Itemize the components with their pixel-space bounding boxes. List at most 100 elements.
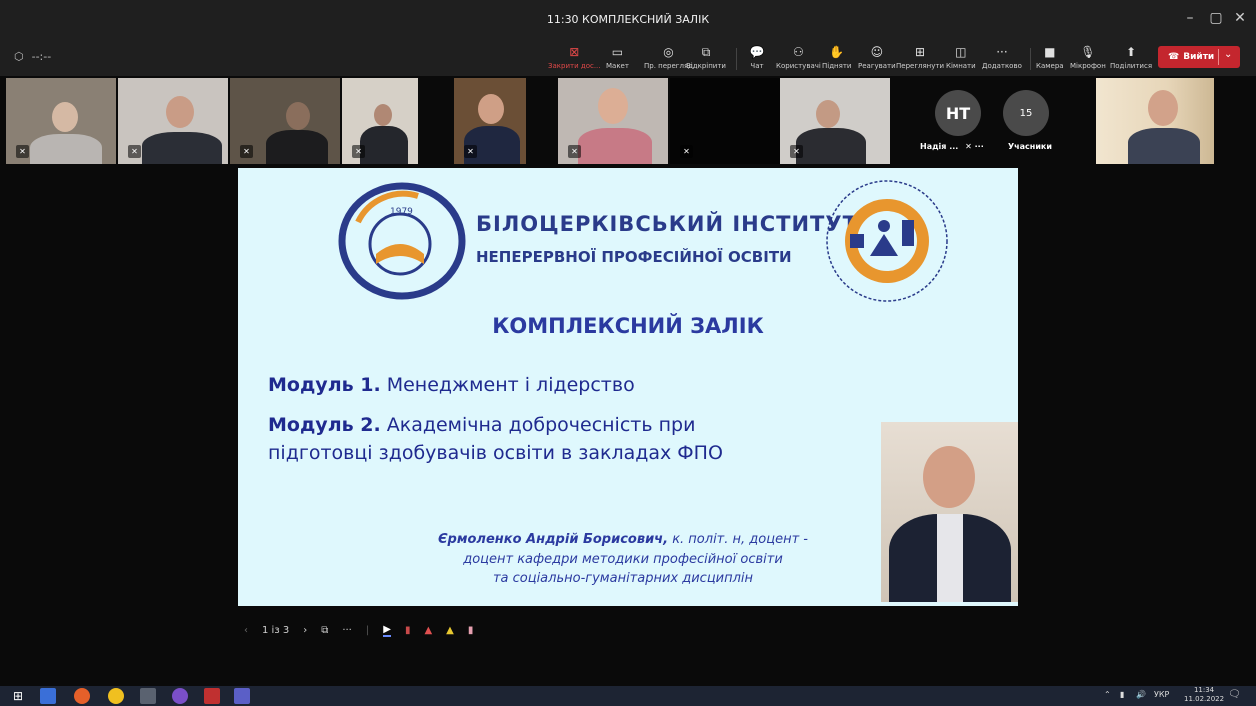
video-tile[interactable]: ✕ bbox=[670, 78, 780, 164]
mic-muted-icon: ✕ bbox=[352, 145, 365, 158]
svg-text:1979: 1979 bbox=[390, 207, 413, 217]
mic-muted-icon: ✕ bbox=[680, 145, 693, 158]
controls-divider: | bbox=[365, 624, 370, 636]
pointer-icon[interactable]: ▶ bbox=[383, 624, 391, 637]
view-button[interactable]: ⊞ Переглянути bbox=[896, 44, 944, 74]
calculator-icon[interactable] bbox=[140, 688, 156, 704]
shared-slide: 1979 БІЛОЦЕРКІВСЬКИЙ ІНСТИТУТ НЕПЕРЕРВНО… bbox=[238, 168, 1018, 606]
keyboard-language[interactable]: УКР bbox=[1154, 690, 1169, 699]
meeting-toolbar: ⬡ --:-- ⊠ Закрити дос... ▭ Макет ◎ Пр. п… bbox=[0, 40, 1256, 76]
chevron-down-icon[interactable]: ⌄ bbox=[1224, 49, 1232, 60]
unpin-button[interactable]: ⧉ Відкріпити bbox=[686, 44, 726, 74]
title-bar: 11:30 КОМПЛЕКСНИЙ ЗАЛІК – ▢ ✕ bbox=[0, 0, 1256, 40]
presenter-photo bbox=[881, 422, 1018, 602]
institute-name: БІЛОЦЕРКІВСЬКИЙ ІНСТИТУТ bbox=[476, 212, 858, 236]
chevron-right-icon[interactable]: › bbox=[303, 625, 307, 636]
author-name: Єрмоленко Андрій Борисович, к. політ. н,… bbox=[438, 532, 808, 547]
chat-icon: 💬 bbox=[749, 45, 765, 59]
participant-strip: ✕ ✕ ✕ ✕ ✕ ✕ ✕ ✕ НТ Надія ... ✕ ··· 15 Уч… bbox=[0, 76, 1256, 166]
toolbar-divider bbox=[736, 48, 737, 70]
more-button[interactable]: ··· Додатково bbox=[982, 44, 1022, 74]
video-tile[interactable]: ✕ bbox=[118, 78, 228, 164]
eye-icon: ◎ bbox=[663, 45, 674, 59]
marker-icon[interactable]: ▲ bbox=[424, 625, 432, 636]
phone-icon: ☎ bbox=[1168, 52, 1180, 62]
raise-hand-button[interactable]: ✋ Підняти bbox=[822, 44, 851, 74]
microphone-icon: 🎙 bbox=[1080, 45, 1096, 59]
maximize-icon[interactable]: ▢ bbox=[1206, 10, 1226, 26]
more-icon[interactable]: ··· bbox=[975, 142, 984, 151]
file-explorer-icon[interactable] bbox=[40, 688, 56, 704]
participant-name: Надія ... ✕ ··· bbox=[920, 142, 984, 151]
people-button[interactable]: ⚇ Користувачі bbox=[776, 44, 821, 74]
video-tile[interactable]: ✕ bbox=[558, 78, 668, 164]
mic-muted-icon: ✕ bbox=[568, 145, 581, 158]
slide-heading: КОМПЛЕКСНИЙ ЗАЛІК bbox=[492, 314, 764, 338]
more-icon: ··· bbox=[996, 45, 1008, 59]
window-title: 11:30 КОМПЛЕКСНИЙ ЗАЛІК bbox=[546, 13, 710, 26]
module-2-line2: підготовці здобувачів освіти в закладах … bbox=[268, 442, 723, 464]
view-icon: ⊞ bbox=[914, 45, 926, 59]
rooms-icon: ◫ bbox=[955, 45, 967, 59]
leave-divider bbox=[1218, 49, 1219, 65]
smile-icon: ☺ bbox=[870, 45, 884, 59]
mic-muted-icon: ✕ bbox=[240, 145, 253, 158]
clock[interactable]: 11:34 11.02.2022 bbox=[1184, 686, 1224, 704]
video-tile[interactable]: ✕ bbox=[454, 78, 526, 164]
chevron-left-icon[interactable]: ‹ bbox=[244, 625, 248, 636]
people-icon: ⚇ bbox=[793, 45, 804, 59]
network-icon[interactable]: ▮ bbox=[1120, 690, 1124, 699]
viber-icon[interactable] bbox=[172, 688, 188, 704]
chat-button[interactable]: 💬 Чат bbox=[748, 44, 766, 74]
mic-muted-icon: ✕ bbox=[16, 145, 29, 158]
firefox-icon[interactable] bbox=[74, 688, 90, 704]
slides-grid-icon[interactable]: ⧉ bbox=[321, 625, 328, 636]
close-icon[interactable]: ✕ bbox=[1230, 10, 1250, 26]
mic-muted-icon: ✕ bbox=[790, 145, 803, 158]
share-button[interactable]: ⬆ Поділитися bbox=[1110, 44, 1152, 74]
pen-icon[interactable]: ▮ bbox=[405, 625, 411, 636]
meeting-timer: ⬡ --:-- bbox=[14, 50, 52, 63]
institute-logo: 1979 bbox=[338, 182, 466, 300]
video-tile[interactable]: ✕ bbox=[230, 78, 340, 164]
react-button[interactable]: ☺ Реагувати bbox=[858, 44, 896, 74]
leave-button[interactable]: ☎ Вийти ⌄ bbox=[1158, 46, 1240, 68]
mic-muted-icon: ✕ bbox=[128, 145, 141, 158]
author-department: та соціально-гуманітарних дисциплін bbox=[492, 571, 754, 586]
chrome-icon[interactable] bbox=[108, 688, 124, 704]
presenter-view-button[interactable]: ◎ Пр. перегляд bbox=[624, 44, 693, 74]
module-1: Модуль 1. Менеджмент і лідерство bbox=[268, 374, 635, 396]
taskbar: ⊞ ⌃ ▮ 🔊 УКР 11:34 11.02.2022 🗨 bbox=[0, 686, 1256, 706]
camera-icon: ■ bbox=[1044, 45, 1056, 59]
teams-icon[interactable] bbox=[234, 688, 250, 704]
windows-start-icon[interactable]: ⊞ bbox=[10, 688, 26, 704]
author-position: доцент кафедри методики професійної осві… bbox=[463, 552, 783, 567]
video-tile[interactable]: ✕ bbox=[342, 78, 418, 164]
unpin-icon: ⧉ bbox=[701, 44, 711, 59]
shield-icon: ⬡ bbox=[14, 50, 24, 63]
pdf-app-icon[interactable] bbox=[204, 688, 220, 704]
highlighter-icon[interactable]: ▲ bbox=[446, 625, 454, 636]
slide-controls: ‹ 1 із 3 › ⧉ ··· | ▶ ▮ ▲ ▲ ▮ bbox=[244, 618, 487, 642]
eraser-icon[interactable]: ▮ bbox=[468, 625, 474, 636]
share-icon: ⬆ bbox=[1125, 45, 1137, 59]
minimize-icon[interactable]: – bbox=[1180, 10, 1200, 26]
notifications-icon[interactable]: 🗨 bbox=[1228, 689, 1241, 700]
camera-button[interactable]: ■ Камера bbox=[1036, 44, 1064, 74]
chevron-up-icon[interactable]: ⌃ bbox=[1104, 690, 1111, 699]
participant-count-label: Учасники bbox=[1008, 142, 1052, 151]
department-logo bbox=[826, 180, 948, 302]
avatar[interactable]: НТ bbox=[935, 90, 981, 136]
microphone-button[interactable]: 🎙 Мікрофон bbox=[1070, 44, 1106, 74]
toolbar-divider bbox=[1030, 48, 1031, 70]
participant-count[interactable]: 15 bbox=[1003, 90, 1049, 136]
stop-sharing-button[interactable]: ⊠ Закрити дос... bbox=[548, 44, 601, 74]
more-icon[interactable]: ··· bbox=[342, 625, 352, 636]
volume-icon[interactable]: 🔊 bbox=[1136, 690, 1146, 699]
video-tile[interactable]: ✕ bbox=[6, 78, 116, 164]
video-tile[interactable]: ✕ bbox=[780, 78, 890, 164]
close-share-icon: ⊠ bbox=[569, 45, 580, 59]
rooms-button[interactable]: ◫ Кімнати bbox=[946, 44, 976, 74]
raise-hand-icon: ✋ bbox=[829, 45, 845, 59]
video-tile-presenter[interactable] bbox=[1096, 78, 1214, 164]
